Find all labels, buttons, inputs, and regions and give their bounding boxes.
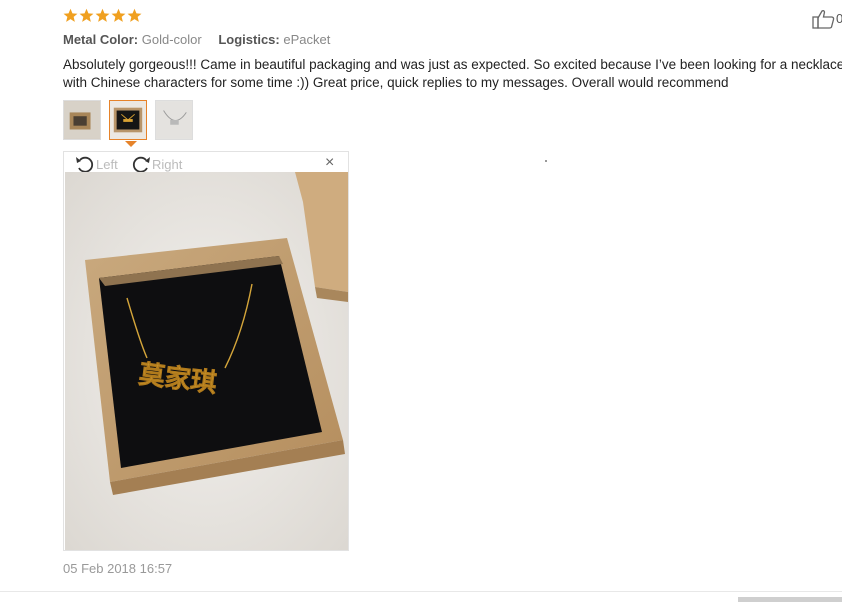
thumbs-up-icon[interactable] (812, 9, 836, 29)
logistics-value: ePacket (283, 32, 331, 47)
rotate-right-label: Right (152, 156, 183, 172)
metal-color-label: Metal Color: (63, 32, 139, 47)
review-text: Absolutely gorgeous!!! Came in beautiful… (63, 57, 842, 90)
thumbnail-photo-1[interactable] (63, 100, 101, 140)
active-thumbnail-indicator (125, 141, 137, 147)
helpful-count: 0 (836, 11, 842, 26)
horizontal-scrollbar[interactable] (738, 597, 842, 602)
review-photo: 莫家琪 (65, 172, 348, 550)
thumbnail-photo-2[interactable] (109, 100, 147, 140)
rotate-left-label: Left (96, 156, 118, 172)
thumbnail-photo-3[interactable] (155, 100, 193, 140)
star-icon (79, 8, 94, 22)
star-icon (127, 8, 142, 22)
review-divider (0, 591, 842, 592)
star-icon (111, 8, 126, 22)
review-date: 05 Feb 2018 16:57 (63, 561, 173, 576)
metal-color-value: Gold-color (141, 32, 202, 47)
logistics-label: Logistics: (218, 32, 280, 47)
close-viewer-button[interactable]: × (325, 155, 334, 171)
dot-artifact (545, 160, 547, 162)
star-icon (63, 8, 78, 22)
review-thumbnails (63, 100, 193, 140)
star-icon (95, 8, 110, 22)
review-attributes: Metal Color: Gold-color Logistics: ePack… (63, 32, 330, 47)
rating-stars (63, 8, 142, 23)
photo-viewer: Left Right × 莫家琪 (63, 151, 349, 551)
